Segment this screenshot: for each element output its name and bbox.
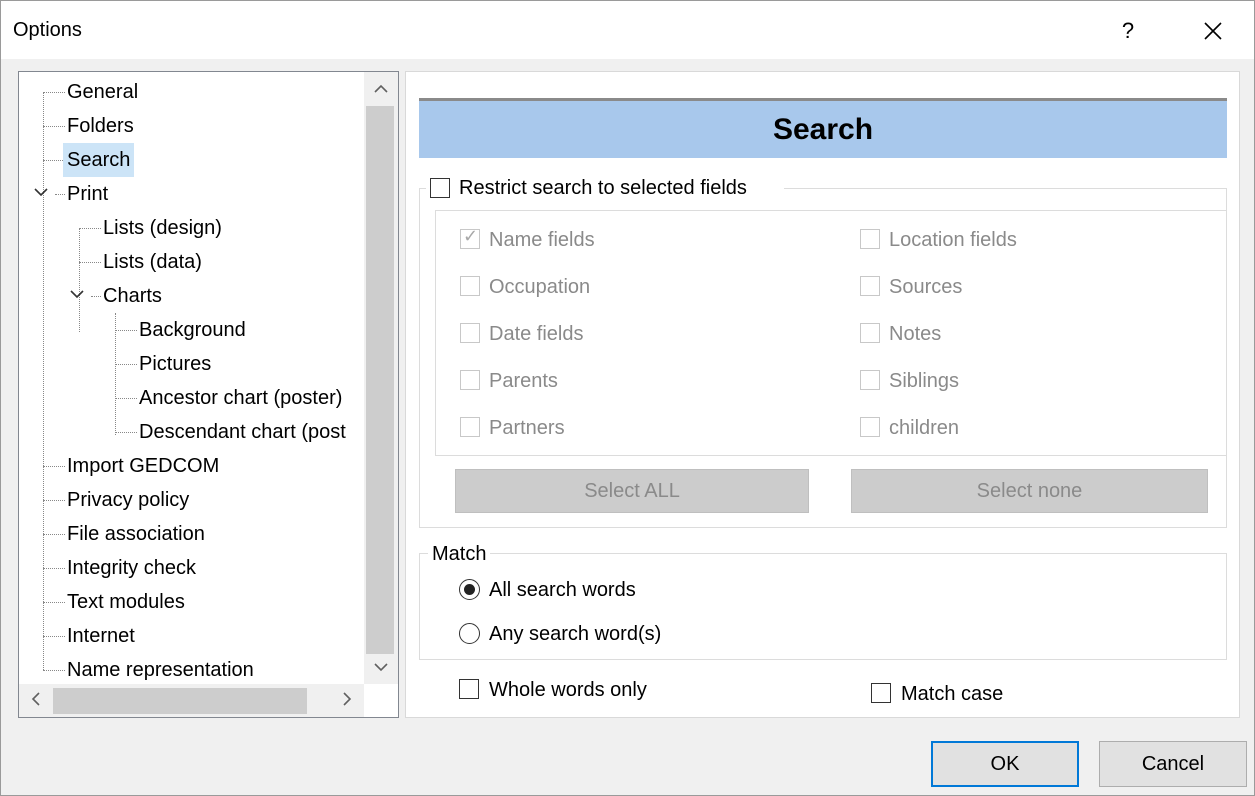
location-fields-checkbox[interactable] xyxy=(860,229,880,249)
tree-item-descendant-chart[interactable]: Descendant chart (post xyxy=(135,415,350,449)
scroll-left-icon[interactable] xyxy=(19,684,53,717)
title-bar: Options ? xyxy=(1,1,1254,59)
panel-header: Search xyxy=(419,98,1227,158)
sources-checkbox[interactable] xyxy=(860,276,880,296)
match-group-title: Match xyxy=(428,542,491,566)
tree-horizontal-scrollbar[interactable] xyxy=(19,684,364,717)
tree-item-pictures[interactable]: Pictures xyxy=(135,347,215,381)
close-button[interactable] xyxy=(1191,9,1235,53)
siblings-label[interactable]: Siblings xyxy=(889,369,959,393)
chevron-down-icon[interactable] xyxy=(33,184,49,200)
match-case-label[interactable]: Match case xyxy=(901,682,1003,706)
search-settings-panel: Search Restrict search to selected field… xyxy=(405,71,1240,718)
help-button[interactable]: ? xyxy=(1106,9,1150,53)
siblings-checkbox[interactable] xyxy=(860,370,880,390)
cancel-button[interactable]: Cancel xyxy=(1099,741,1247,787)
dialog-title: Options xyxy=(13,19,82,41)
any-search-words-label[interactable]: Any search word(s) xyxy=(489,622,661,646)
checkmark-icon: ✓ xyxy=(463,226,479,246)
date-fields-label[interactable]: Date fields xyxy=(489,322,584,346)
date-fields-checkbox[interactable] xyxy=(460,323,480,343)
select-all-button[interactable]: Select ALL xyxy=(455,469,809,513)
whole-words-checkbox[interactable] xyxy=(459,679,479,699)
any-search-words-radio[interactable] xyxy=(459,623,480,644)
ok-button[interactable]: OK xyxy=(931,741,1079,787)
all-search-words-label[interactable]: All search words xyxy=(489,578,636,602)
location-fields-label[interactable]: Location fields xyxy=(889,228,1017,252)
partners-checkbox[interactable] xyxy=(460,417,480,437)
tree-vertical-scrollbar[interactable] xyxy=(364,72,398,684)
children-checkbox[interactable] xyxy=(860,417,880,437)
match-case-checkbox[interactable] xyxy=(871,683,891,703)
sources-label[interactable]: Sources xyxy=(889,275,962,299)
tree-item-background[interactable]: Background xyxy=(135,313,250,347)
occupation-checkbox[interactable] xyxy=(460,276,480,296)
all-search-words-radio[interactable] xyxy=(459,579,480,600)
tree-item-lists-design[interactable]: Lists (design) xyxy=(99,211,226,245)
notes-checkbox[interactable] xyxy=(860,323,880,343)
name-fields-checkbox[interactable]: ✓ xyxy=(460,226,480,249)
select-none-button[interactable]: Select none xyxy=(851,469,1208,513)
tree-item-text-modules[interactable]: Text modules xyxy=(63,585,189,619)
options-tree[interactable]: General Folders Search Print Lists (desi… xyxy=(18,71,399,718)
tree-item-name-representation[interactable]: Name representation xyxy=(63,653,258,687)
children-label[interactable]: children xyxy=(889,416,959,440)
parents-checkbox[interactable] xyxy=(460,370,480,390)
chevron-down-icon[interactable] xyxy=(69,286,85,302)
tree-item-print[interactable]: Print xyxy=(63,177,112,211)
tree-item-lists-data[interactable]: Lists (data) xyxy=(99,245,206,279)
tree-item-general[interactable]: General xyxy=(63,75,142,109)
parents-label[interactable]: Parents xyxy=(489,369,558,393)
whole-words-label[interactable]: Whole words only xyxy=(489,678,647,702)
restrict-search-label[interactable]: Restrict search to selected fields xyxy=(459,176,747,200)
tree-item-ancestor-chart[interactable]: Ancestor chart (poster) xyxy=(135,381,346,415)
name-fields-label[interactable]: Name fields xyxy=(489,228,595,252)
scroll-up-icon[interactable] xyxy=(364,72,398,106)
tree-item-charts[interactable]: Charts xyxy=(99,279,166,313)
partners-label[interactable]: Partners xyxy=(489,416,565,440)
scroll-right-icon[interactable] xyxy=(330,684,364,717)
tree-item-internet[interactable]: Internet xyxy=(63,619,139,653)
tree-item-privacy-policy[interactable]: Privacy policy xyxy=(63,483,193,517)
tree-item-import-gedcom[interactable]: Import GEDCOM xyxy=(63,449,223,483)
tree-item-folders[interactable]: Folders xyxy=(63,109,138,143)
tree-item-integrity-check[interactable]: Integrity check xyxy=(63,551,200,585)
notes-label[interactable]: Notes xyxy=(889,322,941,346)
tree-horizontal-scroll-thumb[interactable] xyxy=(53,688,307,714)
occupation-label[interactable]: Occupation xyxy=(489,275,590,299)
scroll-down-icon[interactable] xyxy=(364,650,398,684)
tree-item-file-association[interactable]: File association xyxy=(63,517,209,551)
close-icon xyxy=(1204,22,1222,40)
tree-item-search[interactable]: Search xyxy=(63,143,135,177)
options-dialog: Options ? General Folders Search Print L… xyxy=(0,0,1255,796)
restrict-search-checkbox[interactable] xyxy=(430,178,450,198)
tree-vertical-scroll-thumb[interactable] xyxy=(366,106,394,654)
